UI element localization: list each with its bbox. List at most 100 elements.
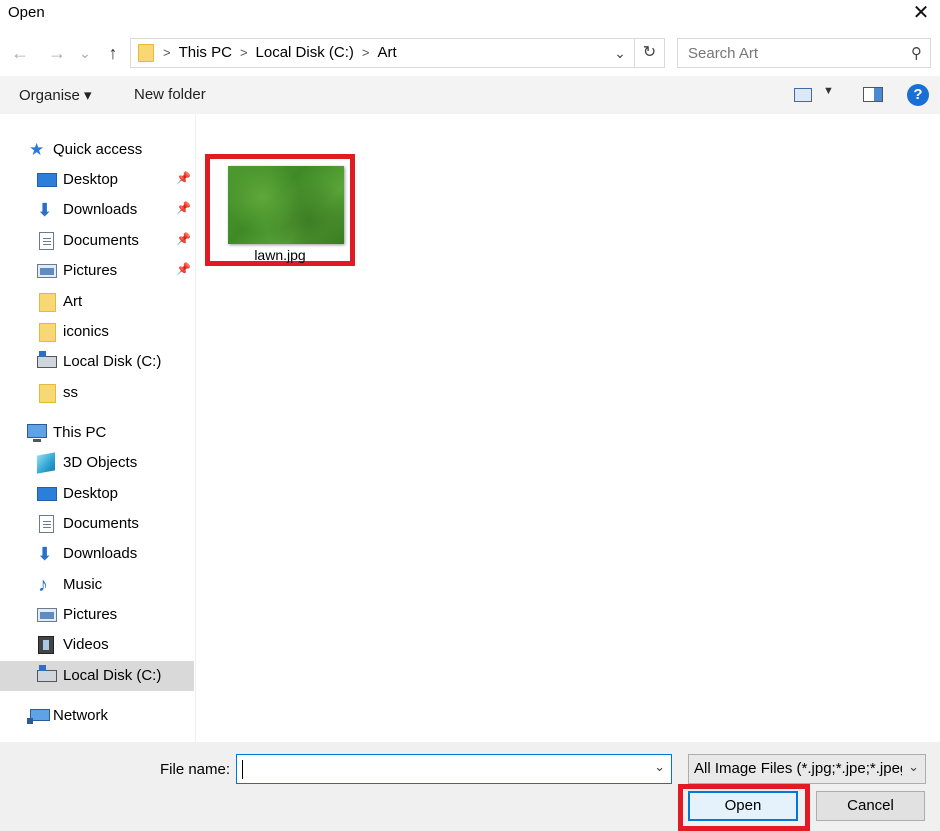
- recent-locations-chevron-icon[interactable]: ⌄: [76, 40, 94, 66]
- sidebar-item-label: Downloads: [63, 201, 138, 218]
- sidebar-item-art[interactable]: Art: [0, 287, 194, 317]
- sidebar-item-label: iconics: [63, 323, 109, 340]
- image-thumbnail: [228, 166, 344, 244]
- sidebar-item-label: 3D Objects: [63, 454, 138, 471]
- network-icon: [27, 709, 50, 724]
- sidebar-item-label: Pictures: [63, 606, 118, 623]
- sidebar-item-iconics[interactable]: iconics: [0, 317, 194, 347]
- sidebar-item-this-pc[interactable]: This PC: [0, 418, 194, 448]
- sidebar-item-label: Art: [63, 293, 83, 310]
- help-icon[interactable]: ?: [907, 84, 929, 106]
- pin-icon: 📌: [176, 171, 191, 185]
- downloads-icon: ⬇: [37, 200, 53, 220]
- sidebar-item-label: Music: [63, 576, 103, 593]
- file-type-select[interactable]: All Image Files (*.jpg;*.jpe;*.jpeg ⌄: [688, 754, 926, 784]
- open-button[interactable]: Open: [688, 791, 798, 821]
- sidebar-item-local-disk[interactable]: Local Disk (C:): [0, 661, 194, 691]
- view-options-dropdown-icon[interactable]: ▼: [823, 85, 834, 97]
- close-icon[interactable]: ✕: [910, 2, 932, 24]
- change-view-icon[interactable]: [794, 88, 812, 102]
- videos-icon: [38, 636, 54, 654]
- sidebar-item-pictures[interactable]: Pictures 📌: [0, 256, 194, 286]
- sidebar-item-label: Desktop: [63, 171, 119, 188]
- downloads-icon: ⬇: [37, 544, 53, 564]
- sidebar-item-documents-pc[interactable]: Documents: [0, 509, 194, 539]
- new-folder-button[interactable]: New folder: [134, 86, 206, 103]
- address-dropdown-icon[interactable]: ⌄: [610, 41, 630, 65]
- pictures-icon: [37, 264, 57, 278]
- search-box[interactable]: ⚲: [677, 38, 931, 68]
- preview-pane-icon[interactable]: [863, 87, 883, 102]
- cancel-button[interactable]: Cancel: [816, 791, 925, 821]
- pin-icon: 📌: [176, 232, 191, 246]
- breadcrumb-chevron-icon: >: [163, 45, 171, 60]
- folder-icon: [39, 323, 56, 342]
- documents-icon: [39, 515, 54, 533]
- dialog-footer: File name: ⌄ All Image Files (*.jpg;*.jp…: [0, 742, 940, 831]
- sidebar-item-videos[interactable]: Videos: [0, 630, 194, 660]
- sidebar-item-downloads[interactable]: ⬇ Downloads 📌: [0, 195, 194, 225]
- sidebar-item-label: Documents: [63, 232, 139, 249]
- file-name-label: lawn.jpg: [254, 247, 306, 263]
- sidebar-item-quick-access[interactable]: ★ Quick access: [0, 135, 194, 165]
- sidebar-item-label: This PC: [53, 424, 107, 441]
- breadcrumb: > This PC > Local Disk (C:) > Art: [163, 44, 397, 61]
- window-title: Open: [8, 4, 45, 21]
- pin-icon: 📌: [176, 201, 191, 215]
- title-bar: Open ✕: [0, 0, 940, 30]
- breadcrumb-item-this-pc[interactable]: This PC: [179, 44, 232, 61]
- star-icon: ★: [29, 140, 45, 159]
- folder-icon: [138, 44, 154, 62]
- sidebar-item-label: Quick access: [53, 141, 143, 158]
- sidebar-item-local-disk-quick[interactable]: Local Disk (C:): [0, 347, 194, 377]
- sidebar-item-label: Desktop: [63, 485, 119, 502]
- sidebar-item-network[interactable]: Network: [0, 701, 194, 731]
- file-list: lawn.jpg: [197, 114, 940, 742]
- sidebar-item-pictures-pc[interactable]: Pictures: [0, 600, 194, 630]
- address-bar[interactable]: > This PC > Local Disk (C:) > Art ⌄ ↻: [130, 38, 665, 68]
- pictures-icon: [37, 608, 57, 622]
- folder-icon: [39, 384, 56, 403]
- file-name-combobox[interactable]: ⌄: [236, 754, 672, 784]
- documents-icon: [39, 232, 54, 250]
- sidebar-item-label: Downloads: [63, 545, 138, 562]
- file-name-input[interactable]: [241, 759, 641, 779]
- navigation-pane: ★ Quick access Desktop 📌 ⬇ Downloads 📌 D…: [0, 114, 196, 742]
- sidebar-item-label: Videos: [63, 636, 109, 653]
- back-arrow-icon[interactable]: ←: [8, 40, 32, 66]
- sidebar-item-label: Local Disk (C:): [63, 667, 162, 684]
- file-type-dropdown-icon[interactable]: ⌄: [908, 759, 919, 775]
- up-arrow-icon[interactable]: ↑: [101, 40, 125, 66]
- breadcrumb-item-art[interactable]: Art: [377, 44, 396, 61]
- refresh-icon[interactable]: ↻: [634, 39, 664, 67]
- sidebar-item-ss[interactable]: ss: [0, 378, 194, 408]
- sidebar-item-3d-objects[interactable]: 3D Objects: [0, 448, 194, 478]
- sidebar-item-downloads-pc[interactable]: ⬇ Downloads: [0, 539, 194, 569]
- this-pc-icon: [27, 424, 47, 442]
- music-icon: ♪: [38, 574, 48, 596]
- file-name-label: File name:: [160, 761, 231, 778]
- search-icon[interactable]: ⚲: [911, 44, 922, 62]
- breadcrumb-item-local-disk[interactable]: Local Disk (C:): [256, 44, 354, 61]
- folder-icon: [39, 293, 56, 312]
- 3d-objects-icon: [37, 452, 55, 474]
- desktop-icon: [37, 173, 57, 187]
- forward-arrow-icon[interactable]: →: [45, 40, 69, 66]
- organise-menu-button[interactable]: Organise ▾: [19, 86, 92, 104]
- desktop-icon: [37, 487, 57, 501]
- pin-icon: 📌: [176, 262, 191, 276]
- drive-icon: [37, 351, 57, 368]
- sidebar-item-label: Documents: [63, 515, 139, 532]
- sidebar-item-label: ss: [63, 384, 78, 401]
- file-name-dropdown-icon[interactable]: ⌄: [654, 759, 665, 775]
- search-input[interactable]: [688, 44, 888, 62]
- sidebar-item-music[interactable]: ♪ Music: [0, 570, 194, 600]
- sidebar-item-label: Pictures: [63, 262, 118, 279]
- breadcrumb-chevron-icon: >: [239, 45, 248, 60]
- sidebar-item-desktop-pc[interactable]: Desktop: [0, 479, 194, 509]
- sidebar-item-label: Network: [53, 707, 109, 724]
- command-bar: Organise ▾ New folder ▼ ?: [0, 76, 940, 114]
- sidebar-item-desktop[interactable]: Desktop 📌: [0, 165, 194, 195]
- file-item-lawn[interactable]: lawn.jpg: [205, 154, 355, 266]
- sidebar-item-documents[interactable]: Documents 📌: [0, 226, 194, 256]
